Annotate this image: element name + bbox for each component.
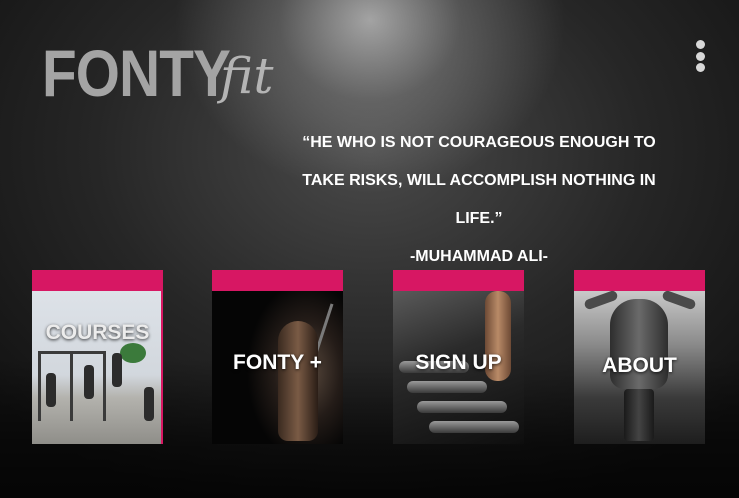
menu-dot bbox=[695, 51, 705, 61]
courses-card[interactable]: Courses bbox=[32, 270, 163, 444]
logo-wordmark: FONTY bbox=[42, 36, 231, 110]
courses-label: Courses bbox=[45, 321, 150, 344]
quote-text: “He who is not courageous enough to take… bbox=[302, 134, 656, 227]
menu-dot bbox=[695, 40, 705, 49]
kebab-menu-icon[interactable] bbox=[692, 40, 708, 72]
card-accent-bar bbox=[32, 270, 163, 291]
fonty-plus-label: Fonty + bbox=[233, 351, 322, 374]
card-accent-bar bbox=[212, 270, 343, 291]
sign-up-card[interactable]: Sign Up bbox=[393, 270, 524, 444]
card-accent-bar bbox=[574, 270, 705, 291]
about-card[interactable]: About bbox=[574, 270, 705, 444]
card-accent-bar bbox=[393, 270, 524, 291]
menu-dot bbox=[695, 63, 705, 72]
fonty-plus-card[interactable]: Fonty + bbox=[212, 270, 343, 444]
sign-up-label: Sign Up bbox=[415, 351, 502, 374]
quote-block: “He who is not courageous enough to take… bbox=[290, 124, 668, 276]
courses-image bbox=[32, 291, 163, 444]
about-label: About bbox=[602, 354, 677, 377]
site-logo[interactable]: FONTY fit bbox=[42, 40, 273, 106]
